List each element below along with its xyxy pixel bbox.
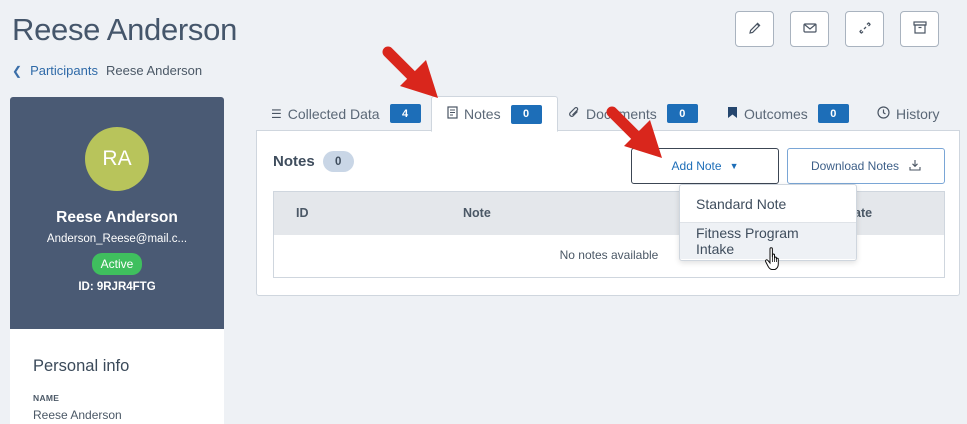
page-title: Reese Anderson [12,12,238,47]
archive-icon [912,21,927,37]
notes-title: Notes [273,153,315,170]
profile-card: RA Reese Anderson Anderson_Reese@mail.c.… [10,97,224,329]
link-icon [858,21,872,38]
download-notes-button[interactable]: Download Notes [787,148,945,184]
caret-down-icon: ▼ [729,161,739,171]
tab-count: 0 [510,104,542,124]
hand-cursor-icon [764,247,782,276]
tab-label: Outcomes [744,105,808,122]
notes-count-badge: 0 [322,151,354,172]
download-notes-label: Download Notes [810,159,900,173]
link-button[interactable] [845,11,884,47]
edit-icon [748,21,762,38]
notebook-icon [447,106,458,122]
tab-label: History [896,105,940,122]
paperclip-icon [568,106,580,122]
personal-info-card: Personal info NAME Reese Anderson [10,329,224,424]
name-label: NAME [33,393,60,403]
menu-item-standard-note[interactable]: Standard Note [680,185,856,222]
bookmark-icon [727,106,738,122]
column-header-id[interactable]: ID [296,206,309,220]
mail-button[interactable] [790,11,829,47]
tab-outcomes[interactable]: Outcomes 0 [727,96,849,131]
participant-id: ID: 9RJR4FTG [78,281,156,293]
mail-icon [802,22,817,37]
list-icon: ☰ [271,106,282,121]
edit-button[interactable] [735,11,774,47]
tab-count: 0 [817,104,849,123]
breadcrumb-current: Reese Anderson [105,63,203,78]
tab-count: 4 [389,104,421,123]
profile-name: Reese Anderson [56,209,178,226]
tab-history[interactable]: History [877,96,940,131]
name-value: Reese Anderson [33,408,122,422]
personal-info-heading: Personal info [33,357,130,375]
column-header-note[interactable]: Note [463,206,491,220]
chevron-left-icon[interactable]: ❮ [12,64,22,78]
status-badge: Active [91,253,143,275]
tab-label: Notes [464,106,501,122]
profile-email: Anderson_Reese@mail.c... [46,233,188,245]
breadcrumb-participants-link[interactable]: Participants [30,63,98,78]
tab-label: Collected Data [287,105,380,122]
red-arrow-to-add-note-icon [606,106,662,158]
archive-button[interactable] [900,11,939,47]
breadcrumb: ❮ Participants Reese Anderson [12,63,202,78]
red-arrow-to-notes-tab-icon [382,46,438,98]
clock-icon [877,105,890,122]
notes-heading: Notes 0 [273,151,354,172]
download-icon [909,159,921,174]
avatar: RA [85,127,149,191]
add-note-label: Add Note [671,159,722,173]
top-action-bar [735,11,939,47]
